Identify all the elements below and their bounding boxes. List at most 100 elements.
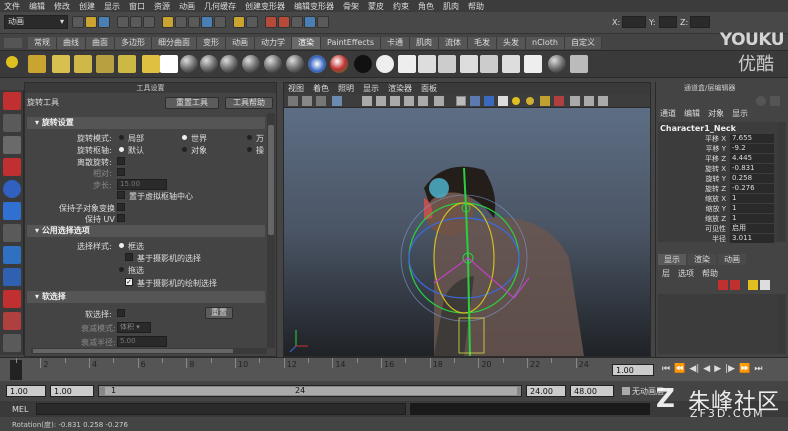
menu-item[interactable]: 窗口 [129, 1, 145, 12]
anim-start-field[interactable]: 1.00 [6, 385, 46, 397]
relative-checkbox[interactable] [117, 168, 125, 176]
gate-mask-icon[interactable] [404, 96, 414, 106]
step-back-icon[interactable]: ⏪ [674, 364, 685, 374]
shelf-tab[interactable]: PaintEffects [321, 37, 381, 49]
isolate-icon[interactable] [570, 96, 580, 106]
falloff-mode-select[interactable]: 体积 ▾ [117, 322, 151, 333]
hypershade-layout-icon[interactable] [3, 334, 21, 352]
manipulator-tool-icon[interactable] [3, 224, 21, 242]
channel-box-menu-item[interactable]: 编辑 [684, 108, 700, 119]
menu-item[interactable]: 蒙皮 [368, 1, 384, 12]
move-layer-down-icon[interactable] [730, 280, 740, 290]
soft-select-header[interactable]: ▾ 软选择 [27, 291, 265, 303]
channel-row[interactable]: 缩放 X 1 [658, 194, 776, 204]
shelf-tab[interactable]: 渲染 [292, 37, 321, 49]
persp-outliner-icon[interactable] [3, 290, 21, 308]
channel-scrollbar[interactable] [778, 122, 786, 242]
channel-box-menu-item[interactable]: 显示 [732, 108, 748, 119]
axis-manip-radio[interactable] [247, 147, 252, 152]
wireframe-icon[interactable] [456, 96, 466, 106]
channel-box-menu-item[interactable]: 对象 [708, 108, 724, 119]
camera-paint-checkbox[interactable]: ✓ [125, 278, 133, 286]
menu-item[interactable]: 创建 [79, 1, 95, 12]
axis-object-radio[interactable] [182, 147, 187, 152]
channel-value[interactable]: 4.445 [730, 154, 774, 163]
common-select-header[interactable]: ▾ 公用选择选项 [27, 225, 265, 237]
xray-icon[interactable] [584, 96, 594, 106]
volume-light-icon[interactable] [118, 55, 136, 73]
render-frame-icon[interactable] [265, 16, 277, 28]
channel-value[interactable]: 启用 [730, 224, 774, 233]
menu-item[interactable]: 创建变形器 [245, 1, 285, 12]
snap-curve-icon[interactable] [175, 16, 187, 28]
all-lights-icon[interactable] [526, 97, 534, 105]
point-light-icon[interactable] [52, 55, 70, 73]
shelf-tab[interactable]: 细分曲面 [152, 37, 197, 49]
new-layer-icon[interactable] [748, 280, 758, 290]
range-slider-thumb[interactable] [105, 387, 517, 395]
h-scrollbar-thumb[interactable] [33, 349, 233, 353]
select-component-icon[interactable] [143, 16, 155, 28]
safe-action-icon[interactable] [434, 96, 444, 106]
shelf-menu-icon[interactable] [4, 38, 22, 48]
channel-value[interactable]: 3.011 [730, 234, 774, 243]
shelf-tab[interactable]: 常规 [28, 37, 57, 49]
layered-sphere-icon[interactable] [286, 55, 304, 73]
hq-render-icon[interactable] [554, 96, 564, 106]
shelf-tab[interactable]: 曲面 [86, 37, 115, 49]
rotate-mode-gimbal-radio[interactable] [247, 135, 252, 140]
resolution-gate-icon[interactable] [390, 96, 400, 106]
channel-value[interactable]: -0.831 [730, 164, 774, 173]
3d-scene[interactable] [284, 108, 650, 356]
shelf-tab[interactable]: 头发 [497, 37, 526, 49]
default-light-icon[interactable] [512, 97, 520, 105]
step-forward-icon[interactable]: ⏩ [739, 364, 750, 374]
anim-layer-icon[interactable] [622, 387, 630, 395]
viewport-menu-item[interactable]: 面板 [421, 83, 437, 94]
playback-start-field[interactable]: 1.00 [50, 385, 94, 397]
viewport-menu-item[interactable]: 照明 [338, 83, 354, 94]
bookmark-icon[interactable] [316, 96, 326, 106]
ramp-icon[interactable] [160, 55, 178, 73]
soft-reset-button[interactable]: 重置 [205, 307, 233, 319]
select-hierarchy-icon[interactable] [117, 16, 129, 28]
prev-key-icon[interactable]: ◀| [689, 364, 699, 374]
scrollbar-thumb[interactable] [268, 125, 274, 235]
menu-item[interactable]: 文件 [4, 1, 20, 12]
go-start-icon[interactable]: ⏮ [662, 364, 670, 374]
black-sphere-icon[interactable] [354, 55, 372, 73]
head-control[interactable] [429, 178, 449, 198]
next-key-icon[interactable]: |▶ [725, 364, 735, 374]
ipr-render-icon[interactable] [278, 16, 290, 28]
shelf-tab[interactable]: 多边形 [115, 37, 152, 49]
step-input[interactable]: 15.00 [117, 179, 167, 190]
layer-tab[interactable]: 渲染 [688, 254, 716, 265]
menu-item[interactable]: 肌肉 [443, 1, 459, 12]
menu-item[interactable]: 几何缓存 [204, 1, 236, 12]
menu-item[interactable]: 编辑 [29, 1, 45, 12]
save-scene-icon[interactable] [98, 16, 110, 28]
field-chart-icon[interactable] [418, 96, 428, 106]
viewport-menu-item[interactable]: 着色 [313, 83, 329, 94]
channel-row[interactable]: 平移 X 7.655 [658, 134, 776, 144]
preserve-child-checkbox[interactable] [117, 203, 125, 211]
channel-row[interactable]: 平移 Y -9.2 [658, 144, 776, 154]
scale-tool-icon[interactable] [3, 202, 21, 220]
move-tool-icon[interactable] [3, 158, 21, 176]
layer-scrollbar[interactable] [778, 294, 786, 354]
layer-menu-item[interactable]: 选项 [678, 268, 694, 279]
h-scrollbar[interactable] [31, 348, 267, 354]
z-coord-input[interactable] [690, 16, 710, 28]
channel-value[interactable]: 1 [730, 214, 774, 223]
playback-end-field[interactable]: 24.00 [526, 385, 566, 397]
reset-tool-button[interactable]: 重置工具 [165, 97, 219, 109]
four-view-icon[interactable] [3, 268, 21, 286]
channel-row[interactable]: 旋转 Z -0.276 [658, 184, 776, 194]
layer-tab[interactable]: 动画 [718, 254, 746, 265]
center-pivot-checkbox[interactable] [117, 191, 125, 199]
single-view-icon[interactable] [3, 246, 21, 264]
select-tool-icon[interactable] [3, 92, 21, 110]
viewport-menu-item[interactable]: 渲染器 [388, 83, 412, 94]
menu-item[interactable]: 资源 [154, 1, 170, 12]
menu-item[interactable]: 动画 [179, 1, 195, 12]
